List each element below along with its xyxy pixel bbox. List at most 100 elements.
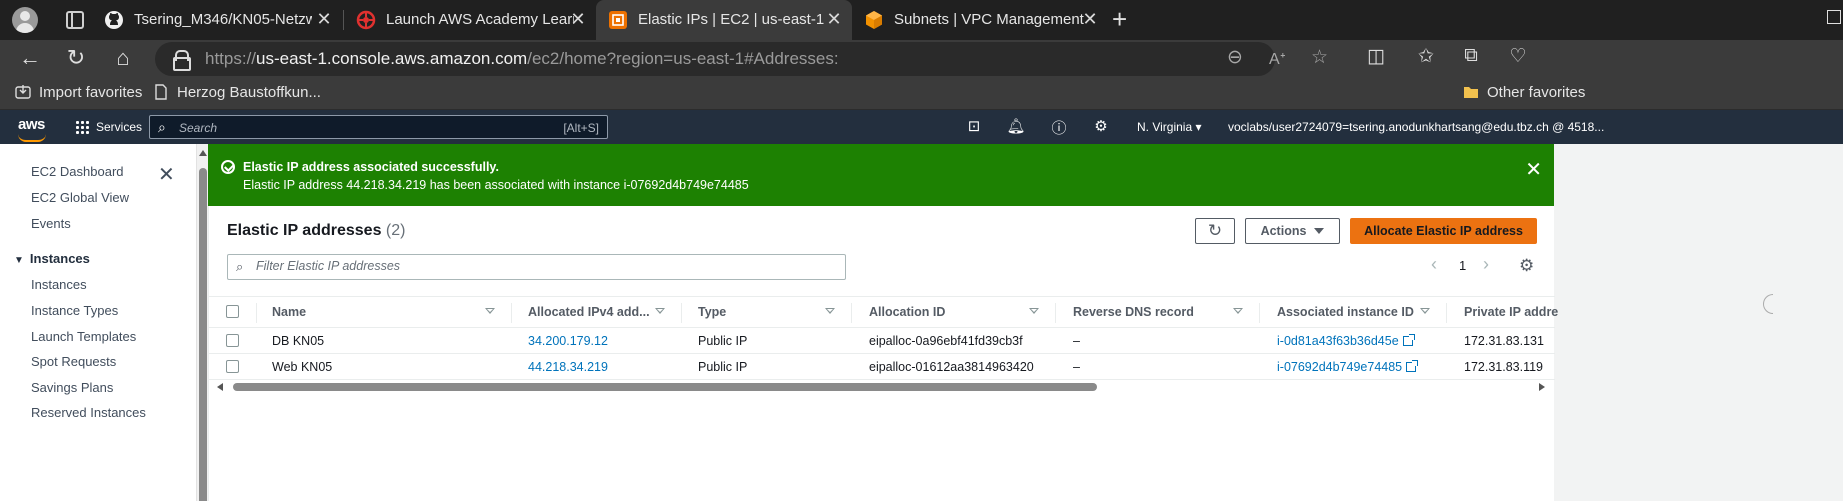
column-header-name[interactable]: Name bbox=[272, 305, 306, 319]
services-menu[interactable]: Services bbox=[96, 120, 142, 134]
column-header-allocation-id[interactable]: Allocation ID bbox=[869, 305, 945, 319]
sidebar-item-launch-templates[interactable]: Launch Templates bbox=[31, 329, 136, 344]
collections-icon[interactable]: ⧉ bbox=[1457, 45, 1485, 67]
close-tab-icon[interactable]: ✕ bbox=[1080, 9, 1100, 30]
table-preferences-gear-icon[interactable]: ⚙ bbox=[1519, 256, 1534, 276]
table-row[interactable]: Web KN05 44.218.34.219 Public IP eipallo… bbox=[209, 354, 1555, 380]
page-number[interactable]: 1 bbox=[1459, 258, 1466, 273]
column-header-ipv4[interactable]: Allocated IPv4 add... bbox=[528, 305, 650, 319]
column-header-private-ip[interactable]: Private IP addre bbox=[1464, 305, 1558, 319]
sort-icon[interactable] bbox=[1029, 308, 1039, 314]
dismiss-flash-icon[interactable]: ✕ bbox=[1525, 157, 1542, 182]
next-page-icon[interactable]: › bbox=[1483, 254, 1489, 275]
address-bar[interactable]: https://us-east-1.console.aws.amazon.com… bbox=[155, 42, 1328, 76]
aws-search-input[interactable]: ⌕ Search [Alt+S] bbox=[149, 115, 608, 139]
browser-tab-elastic-ips[interactable]: Elastic IPs | EC2 | us-east-1 ✕ bbox=[596, 0, 852, 40]
zoom-out-icon[interactable]: ⊖ bbox=[1227, 46, 1243, 69]
aws-logo[interactable]: aws bbox=[18, 116, 46, 142]
github-icon bbox=[105, 11, 123, 29]
browser-essentials-icon[interactable]: ♡ bbox=[1504, 45, 1532, 68]
sidebar-item-instances[interactable]: Instances bbox=[31, 277, 87, 292]
tab-title: Elastic IPs | EC2 | us-east-1 bbox=[638, 11, 825, 28]
flash-message: Elastic IP address 44.218.34.219 has bee… bbox=[243, 178, 749, 192]
browser-tab-subnets[interactable]: Subnets | VPC Management Con ✕ bbox=[852, 0, 1108, 40]
table-horizontal-scrollbar[interactable] bbox=[209, 380, 1555, 394]
help-panel-tab-icon[interactable] bbox=[1763, 294, 1773, 314]
split-screen-icon[interactable]: ◫ bbox=[1362, 45, 1390, 68]
elastic-ip-panel: Elastic IP addresses (2) ↻ Actions Alloc… bbox=[208, 206, 1558, 501]
sidebar-item-ec2-dashboard[interactable]: EC2 Dashboard bbox=[31, 164, 124, 179]
sort-icon[interactable] bbox=[825, 308, 835, 314]
refresh-button[interactable]: ↻ bbox=[1195, 218, 1235, 244]
external-link-icon bbox=[1406, 360, 1419, 372]
read-aloud-icon[interactable]: Aᐩ bbox=[1269, 49, 1286, 69]
lock-icon[interactable] bbox=[173, 50, 191, 71]
help-icon[interactable]: ⓘ bbox=[1049, 117, 1069, 138]
column-header-type[interactable]: Type bbox=[698, 305, 726, 319]
browser-tab-aws-academy[interactable]: Launch AWS Academy Learner La ✕ bbox=[344, 0, 596, 40]
services-grid-icon[interactable] bbox=[75, 120, 89, 134]
cell-type: Public IP bbox=[698, 334, 748, 348]
account-menu[interactable]: voclabs/user2724079=tsering.anodunkharts… bbox=[1228, 120, 1604, 134]
search-icon: ⌕ bbox=[236, 259, 244, 274]
filter-text-field[interactable] bbox=[256, 259, 836, 273]
main-content: Elastic IP address associated successful… bbox=[208, 144, 1843, 501]
table-row[interactable]: DB KN05 34.200.179.12 Public IP eipalloc… bbox=[209, 328, 1555, 354]
scroll-left-icon[interactable] bbox=[217, 383, 223, 391]
page-icon bbox=[155, 84, 167, 100]
browser-tab-github[interactable]: Tsering_M346/KN05-Netzwerk_Si ✕ bbox=[92, 0, 342, 40]
favorite-import[interactable]: Import favorites bbox=[15, 84, 142, 101]
sort-icon[interactable] bbox=[1420, 308, 1430, 314]
profile-avatar-icon[interactable] bbox=[12, 7, 38, 33]
actions-button[interactable]: Actions bbox=[1245, 218, 1340, 244]
cell-ipv4-link[interactable]: 44.218.34.219 bbox=[528, 360, 608, 374]
favorite-herzog[interactable]: Herzog Baustoffkun... bbox=[153, 84, 321, 101]
filter-input[interactable]: ⌕ bbox=[227, 254, 846, 280]
cell-ipv4-link[interactable]: 34.200.179.12 bbox=[528, 334, 608, 348]
close-tab-icon[interactable]: ✕ bbox=[568, 9, 588, 30]
select-all-checkbox[interactable] bbox=[226, 305, 239, 318]
home-icon[interactable]: ⌂ bbox=[109, 45, 137, 71]
cloudshell-icon[interactable]: ⊡ bbox=[964, 117, 984, 135]
sidebar-section-instances[interactable]: ▼ Instances bbox=[14, 251, 90, 266]
sort-icon[interactable] bbox=[1233, 308, 1243, 314]
cell-instance-link[interactable]: i-0d81a43f63b36d45e bbox=[1277, 334, 1415, 348]
sort-icon[interactable] bbox=[655, 308, 665, 314]
favorites-icon[interactable]: ✩ bbox=[1412, 45, 1440, 68]
sidebar-item-events[interactable]: Events bbox=[31, 216, 71, 231]
sidebar-item-ec2-global-view[interactable]: EC2 Global View bbox=[31, 190, 129, 205]
reload-icon[interactable]: ↻ bbox=[62, 45, 90, 71]
cell-instance-link[interactable]: i-07692d4b749e74485 bbox=[1277, 360, 1419, 374]
new-tab-icon[interactable]: + bbox=[1112, 4, 1127, 35]
favorite-star-icon[interactable]: ☆ bbox=[1311, 46, 1328, 69]
search-placeholder: Search bbox=[179, 121, 218, 135]
tab-actions-icon[interactable] bbox=[66, 11, 84, 29]
close-tab-icon[interactable]: ✕ bbox=[824, 9, 844, 30]
row-checkbox[interactable] bbox=[226, 334, 239, 347]
row-checkbox[interactable] bbox=[226, 360, 239, 373]
sort-icon[interactable] bbox=[485, 308, 495, 314]
notifications-bell-icon[interactable]: 🔔︎ bbox=[1006, 117, 1026, 135]
url-text[interactable]: https://us-east-1.console.aws.amazon.com… bbox=[205, 49, 839, 69]
refresh-icon: ↻ bbox=[1207, 221, 1223, 240]
caret-down-icon bbox=[1314, 228, 1325, 234]
prev-page-icon[interactable]: ‹ bbox=[1431, 254, 1437, 275]
sidebar-item-reserved-instances[interactable]: Reserved Instances bbox=[31, 405, 146, 420]
sidebar-scrollbar[interactable] bbox=[196, 144, 208, 501]
close-sidebar-icon[interactable]: ✕ bbox=[158, 162, 175, 187]
settings-gear-icon[interactable]: ⚙ bbox=[1091, 117, 1111, 135]
close-tab-icon[interactable]: ✕ bbox=[314, 9, 334, 30]
restore-window-icon[interactable] bbox=[1827, 10, 1841, 24]
favorite-other[interactable]: Other favorites bbox=[1463, 84, 1585, 101]
back-icon[interactable]: ← bbox=[16, 45, 44, 71]
sidebar-item-instance-types[interactable]: Instance Types bbox=[31, 303, 118, 318]
region-selector[interactable]: N. Virginia ▾ bbox=[1137, 120, 1202, 134]
sidebar-item-spot-requests[interactable]: Spot Requests bbox=[31, 354, 116, 369]
column-header-instance-id[interactable]: Associated instance ID bbox=[1277, 305, 1414, 319]
cell-allocation-id: eipalloc-01612aa3814963420 bbox=[869, 360, 1034, 374]
column-header-reverse-dns[interactable]: Reverse DNS record bbox=[1073, 305, 1194, 319]
tab-title: Subnets | VPC Management Con bbox=[894, 11, 1084, 28]
scroll-right-icon[interactable] bbox=[1539, 383, 1545, 391]
allocate-elastic-ip-button[interactable]: Allocate Elastic IP address bbox=[1350, 218, 1537, 244]
sidebar-item-savings-plans[interactable]: Savings Plans bbox=[31, 380, 113, 395]
